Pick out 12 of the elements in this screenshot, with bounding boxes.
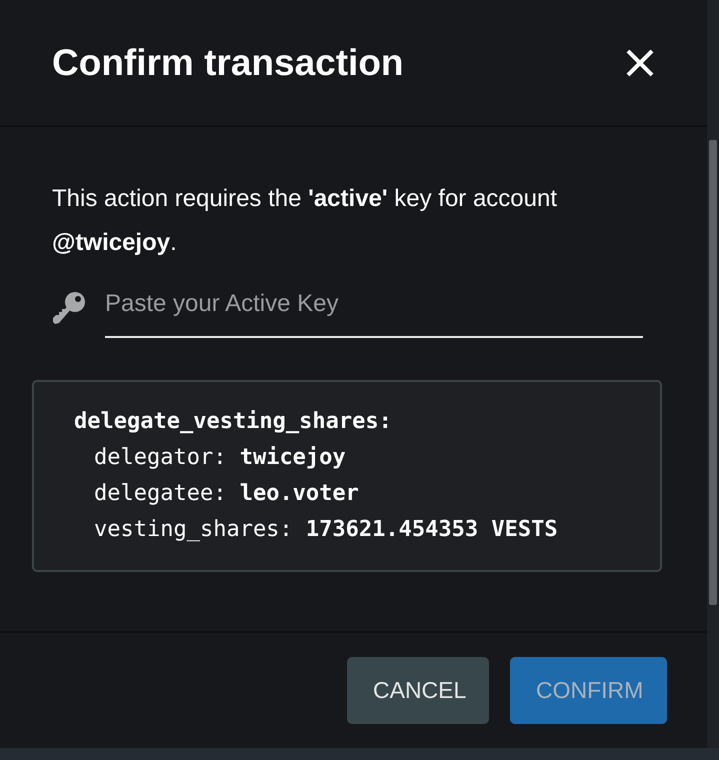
operation-field: delegatee: leo.voter xyxy=(74,476,620,512)
operation-field: vesting_shares: 173621.454353 VESTS xyxy=(74,512,620,548)
operation-name: delegate_vesting_shares: xyxy=(74,408,393,436)
scrollbar-thumb[interactable] xyxy=(709,140,717,605)
message-text: This action requires the 'active' key for account @twicejoy. xyxy=(52,184,558,258)
cancel-button[interactable]: CANCEL xyxy=(347,657,489,724)
close-icon[interactable] xyxy=(625,48,655,78)
key-input-field[interactable]: Paste your Active Key xyxy=(105,290,643,338)
key-icon xyxy=(52,291,86,325)
scrollbar[interactable] xyxy=(707,0,719,748)
operation-field: delegator: twicejoy xyxy=(74,440,620,476)
dialog-title: Confirm transaction xyxy=(52,42,404,84)
